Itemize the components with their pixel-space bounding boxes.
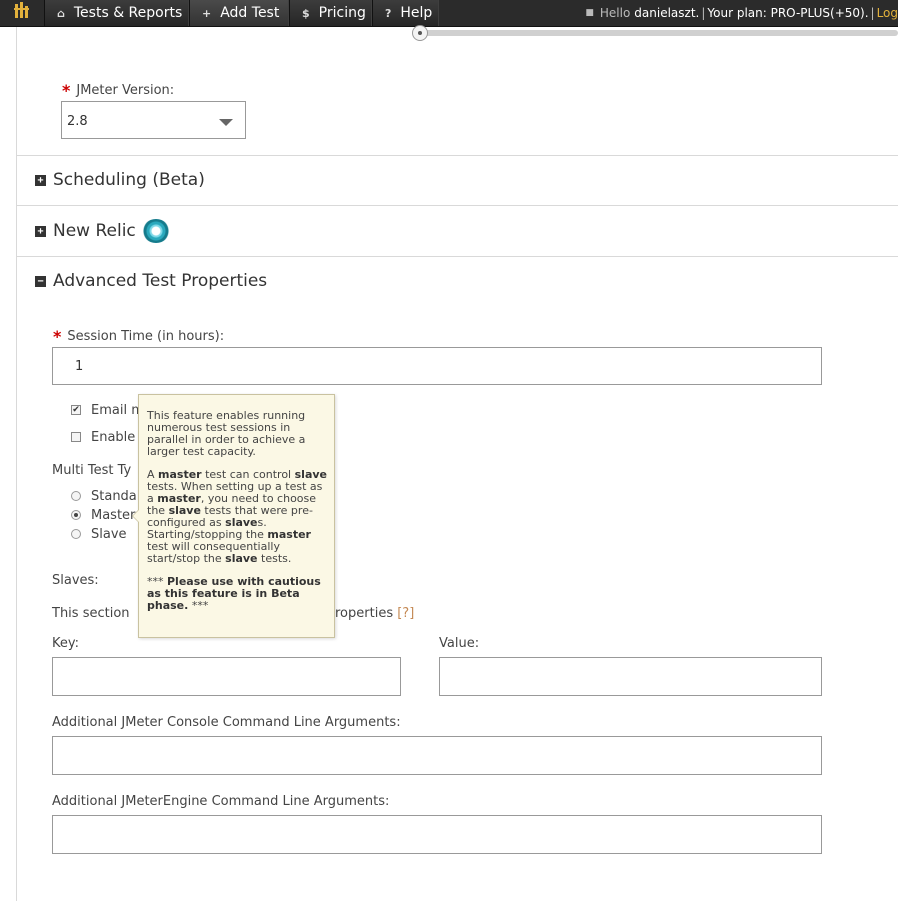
dollar-icon: $: [302, 6, 310, 20]
nav-help[interactable]: ? Help: [372, 0, 439, 26]
property-key-input[interactable]: [52, 657, 401, 696]
jmeter-version-label: * JMeter Version:: [62, 81, 175, 100]
plan-link[interactable]: Your plan: PRO-PLUS(+50).: [707, 6, 868, 20]
section-advanced-test-properties[interactable]: − Advanced Test Properties: [35, 271, 267, 291]
nav-label: Tests & Reports: [73, 5, 183, 21]
new-relic-logo-icon: [141, 219, 170, 243]
expand-icon: +: [35, 174, 46, 186]
engine-args-label: Additional JMeterEngine Command Line Arg…: [52, 794, 390, 809]
nav-add-test[interactable]: + Add Test: [189, 0, 289, 26]
divider: [17, 205, 898, 206]
help-link[interactable]: [?]: [397, 606, 414, 621]
nav-pricing[interactable]: $ Pricing: [289, 0, 372, 26]
jmeter-version-value: 2.8: [67, 114, 88, 129]
tooltip-paragraph: *** Please use with cautious as this fea…: [147, 575, 321, 612]
value-label: Value:: [439, 636, 480, 651]
engine-args-input[interactable]: [52, 815, 822, 854]
tooltip-paragraph: This feature enables running numerous te…: [147, 409, 306, 458]
session-time-label: * Session Time (in hours):: [53, 327, 225, 346]
section-title: Advanced Test Properties: [53, 271, 268, 291]
radio-master-label: Master: [91, 508, 136, 523]
required-asterisk: *: [53, 327, 62, 346]
tooltip-arrow-inner: [133, 510, 139, 522]
separator: |: [870, 6, 875, 20]
radio-slave-label: Slave: [91, 527, 127, 542]
nav-label: Help: [400, 5, 433, 21]
property-value-input[interactable]: [439, 657, 822, 696]
collapse-icon: −: [35, 275, 46, 287]
radio-standalone[interactable]: [71, 491, 81, 501]
console-args-label: Additional JMeter Console Command Line A…: [52, 715, 401, 730]
section-scheduling[interactable]: + Scheduling (Beta): [35, 170, 205, 190]
separator: |: [701, 6, 706, 20]
nav-label: Pricing: [318, 5, 366, 21]
home-icon: ⌂: [57, 6, 65, 20]
email-checkbox[interactable]: ✔: [71, 405, 81, 415]
session-time-value: 1: [75, 359, 84, 374]
enable-checkbox-label: Enable: [91, 430, 136, 445]
nav-label: Add Test: [220, 5, 280, 21]
radio-master[interactable]: [71, 510, 81, 520]
slider-track[interactable]: [420, 30, 898, 36]
slaves-label: Slaves:: [52, 573, 99, 588]
key-label: Key:: [52, 636, 80, 651]
logo[interactable]: [0, 0, 44, 27]
user-icon: ■: [585, 8, 594, 18]
expand-icon: +: [35, 225, 46, 237]
top-nav-bar: ⌂ Tests & Reports + Add Test $ Pricing ?…: [0, 0, 898, 27]
user-bar: ■ Hello danielaszt. | Your plan: PRO-PLU…: [585, 0, 898, 26]
console-args-input[interactable]: [52, 736, 822, 775]
plus-icon: +: [202, 6, 212, 20]
chevron-down-icon: [219, 119, 233, 126]
multi-test-type-label: Multi Test Ty: [52, 463, 132, 478]
session-time-input[interactable]: 1: [52, 347, 822, 385]
section-new-relic[interactable]: + New Relic: [35, 219, 170, 243]
tooltip-paragraph: A master test can control slave tests. W…: [147, 468, 327, 565]
multi-test-tooltip: This feature enables running numerous te…: [132, 394, 335, 638]
content-border: [16, 27, 17, 901]
radio-standalone-label: Standal: [91, 489, 141, 504]
question-icon: ?: [385, 6, 392, 20]
jmeter-version-select[interactable]: 2.8: [61, 101, 246, 139]
section-title: New Relic: [53, 221, 136, 241]
divider: [17, 155, 898, 156]
slider-handle[interactable]: [412, 25, 428, 41]
section-description-right: roperties [?]: [335, 606, 415, 621]
required-asterisk: *: [62, 81, 71, 100]
logout-link[interactable]: Log: [877, 6, 898, 20]
hello-text: Hello: [599, 6, 631, 20]
section-title: Scheduling (Beta): [53, 170, 205, 190]
nav-tests-reports[interactable]: ⌂ Tests & Reports: [44, 0, 189, 26]
divider: [17, 256, 898, 257]
username-link[interactable]: danielaszt.: [634, 6, 699, 20]
enable-checkbox[interactable]: [71, 432, 81, 442]
radio-slave[interactable]: [71, 529, 81, 539]
section-description-left: This section: [52, 606, 130, 621]
email-checkbox-label: Email m: [91, 403, 144, 418]
